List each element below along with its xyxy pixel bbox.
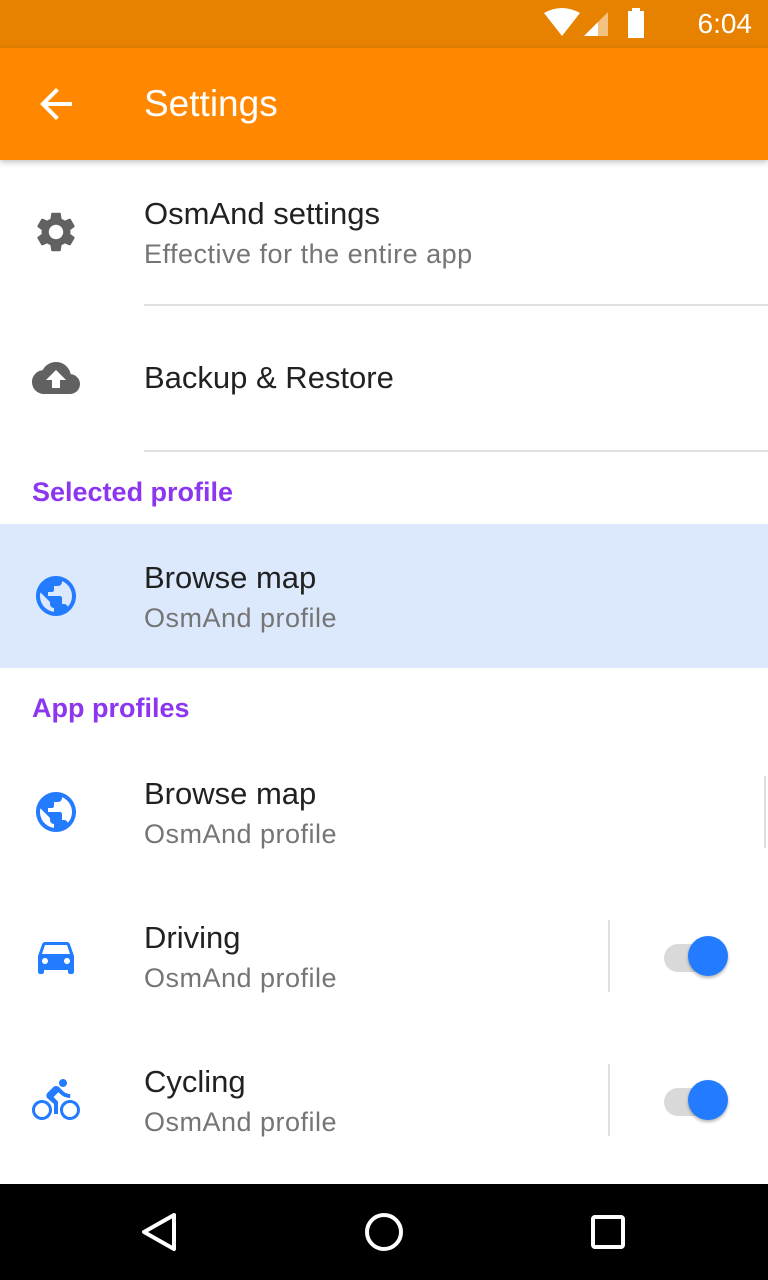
item-title: Browse map (144, 776, 317, 811)
osmand-settings-item[interactable]: OsmAnd settings Effective for the entire… (0, 160, 768, 304)
recents-square-icon (591, 1215, 625, 1249)
selected-profile-item[interactable]: Browse map OsmAnd profile (0, 524, 768, 668)
navigation-bar (0, 1184, 768, 1280)
back-triangle-icon (142, 1213, 176, 1251)
backup-restore-item[interactable]: Backup & Restore (0, 306, 768, 450)
item-subtitle: OsmAnd profile (144, 603, 338, 633)
vertical-divider (608, 1064, 610, 1136)
section-header-selected-profile: Selected profile (32, 477, 234, 507)
profile-item-browse-map[interactable]: Browse map OsmAnd profile (0, 740, 768, 884)
toggle-thumb (688, 936, 728, 976)
status-time: 6:04 (697, 8, 753, 39)
profile-item-driving[interactable]: Driving OsmAnd profile (0, 884, 768, 1028)
nav-recents-button[interactable] (584, 1208, 632, 1256)
section-header-app-profiles: App profiles (32, 693, 190, 723)
bicycle-icon (32, 1076, 80, 1124)
item-title: Cycling (144, 1064, 246, 1099)
arrow-back-icon (40, 88, 72, 120)
back-button[interactable] (32, 80, 80, 128)
item-title: Backup & Restore (144, 360, 394, 395)
driving-profile-toggle[interactable] (664, 932, 732, 980)
vertical-divider (608, 920, 610, 992)
globe-icon (32, 788, 80, 836)
item-subtitle: OsmAnd profile (144, 963, 338, 993)
item-title: OsmAnd settings (144, 196, 381, 231)
item-subtitle: OsmAnd profile (144, 819, 338, 849)
cycling-profile-toggle[interactable] (664, 1076, 732, 1124)
wifi-icon (544, 8, 580, 36)
item-subtitle: Effective for the entire app (144, 239, 473, 269)
toggle-thumb (688, 1080, 728, 1120)
item-subtitle: OsmAnd profile (144, 1107, 338, 1137)
app-bar: Settings (0, 48, 768, 160)
gear-icon (32, 208, 80, 256)
home-circle-icon (365, 1213, 403, 1251)
car-icon (32, 932, 80, 980)
item-title: Driving (144, 920, 241, 955)
settings-list: OsmAnd settings Effective for the entire… (0, 160, 768, 1184)
nav-home-button[interactable] (360, 1208, 408, 1256)
cloud-upload-icon (32, 354, 80, 402)
profile-item-cycling[interactable]: Cycling OsmAnd profile (0, 1028, 768, 1172)
status-bar: 6:04 (0, 0, 768, 48)
battery-icon (628, 8, 644, 38)
item-title: Browse map (144, 560, 317, 595)
page-title: Settings (144, 83, 278, 124)
status-icons (544, 8, 668, 40)
divider (144, 450, 768, 452)
globe-icon (32, 572, 80, 620)
nav-back-button[interactable] (136, 1208, 184, 1256)
vertical-divider (764, 776, 766, 848)
